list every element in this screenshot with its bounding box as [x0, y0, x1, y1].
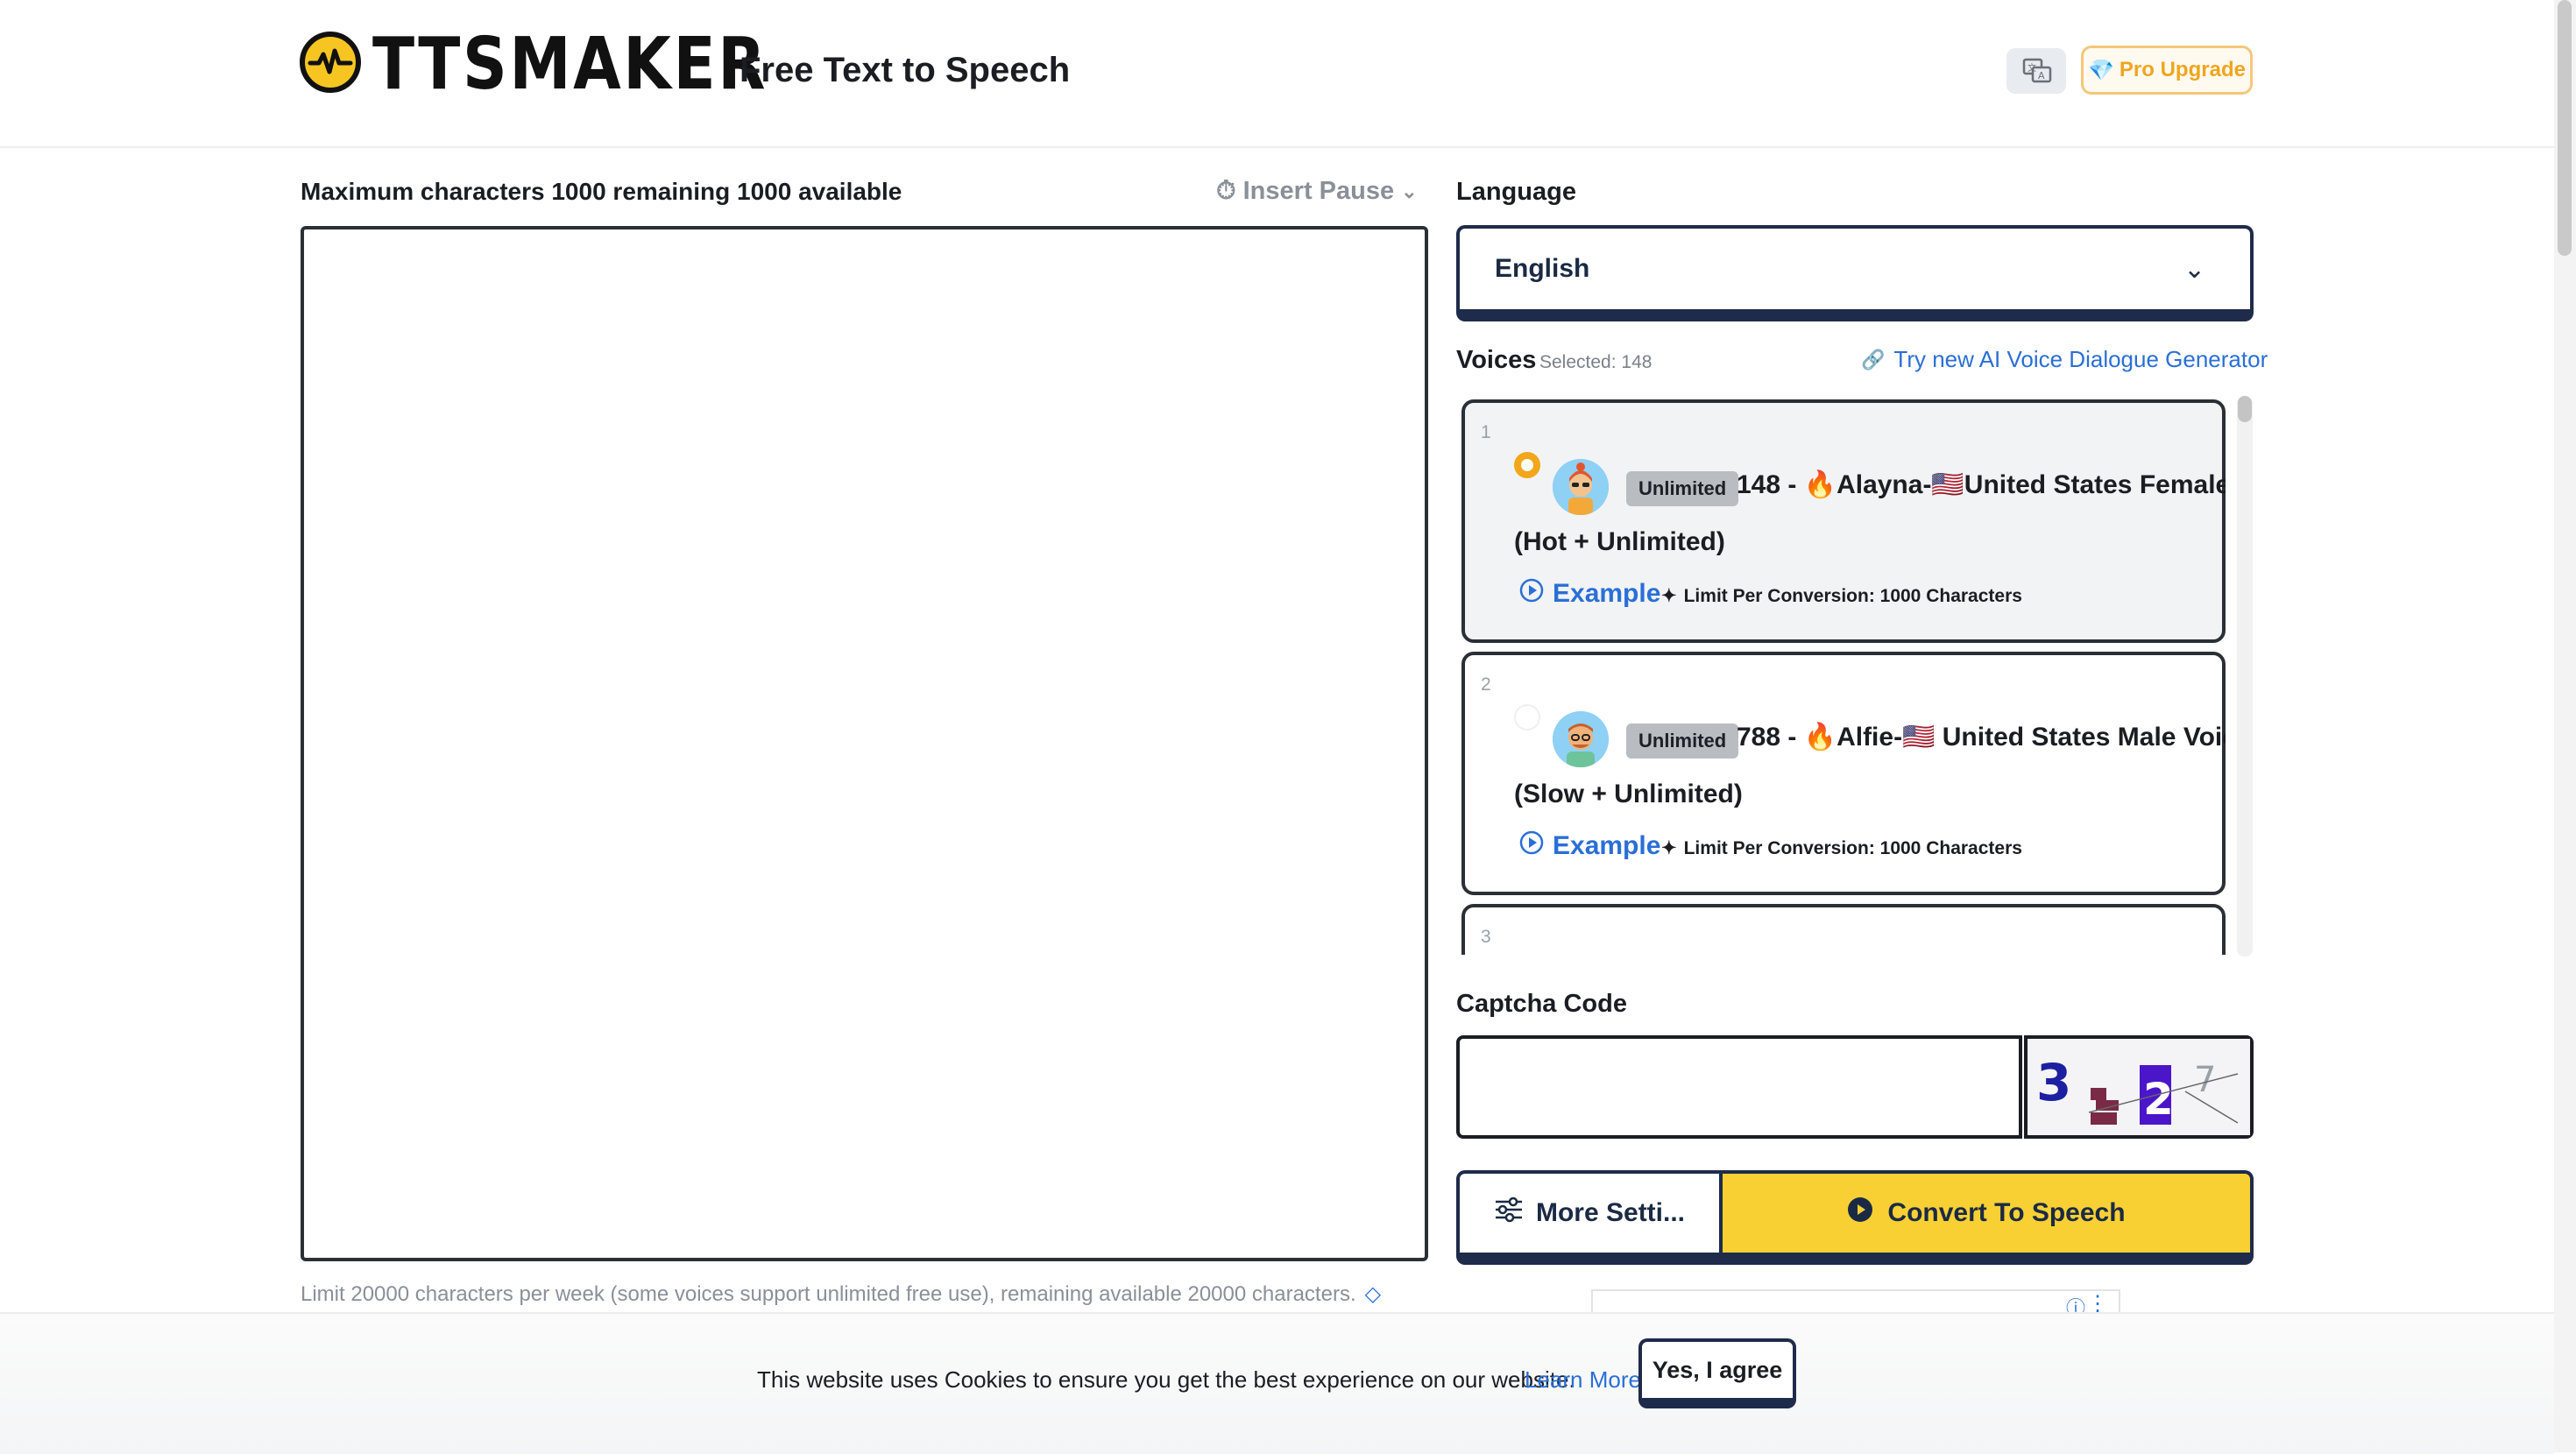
voice-limit-text: Limit Per Conversion: 1000 Characters	[1683, 837, 2022, 858]
voice-card[interactable]: 1 Unlimited 148 - 🔥Alayna-🇺🇸United State…	[1461, 399, 2226, 643]
svg-text:A: A	[2038, 70, 2045, 81]
pro-upgrade-button[interactable]: 💎 Pro Upgrade	[2081, 46, 2253, 95]
svg-text:3: 3	[2036, 1053, 2071, 1112]
voice-example-button[interactable]: Example	[1519, 578, 1660, 610]
voices-label: Voices	[1456, 346, 1537, 374]
more-settings-button[interactable]: More Setti...	[1456, 1170, 1723, 1265]
voice-list-scrollbar[interactable]	[2237, 396, 2253, 956]
voice-title: 788 - 🔥Alfie-🇺🇸 United States Male Voice	[1737, 723, 2226, 752]
voice-radio[interactable]	[1514, 452, 1540, 478]
voice-limit-text: Limit Per Conversion: 1000 Characters	[1683, 585, 2022, 606]
voice-index: 1	[1481, 422, 1491, 442]
cookie-agree-button[interactable]: Yes, I agree	[1638, 1338, 1796, 1408]
cookie-message: This website uses Cookies to ensure you …	[757, 1366, 1575, 1393]
logo-waveform-icon[interactable]	[300, 32, 361, 93]
example-label: Example	[1553, 579, 1661, 608]
sliders-icon	[1494, 1196, 1524, 1230]
page-scrollbar-thumb[interactable]	[2558, 0, 2572, 256]
voice-title-suffix: (Slow + Unlimited)	[1514, 780, 1743, 808]
ai-voice-dialogue-link[interactable]: 🔗 Try new AI Voice Dialogue Generator	[1861, 346, 2268, 373]
convert-to-speech-button[interactable]: Convert To Speech	[1723, 1170, 2254, 1265]
character-count-label: Maximum characters 1000 remaining 1000 a…	[301, 178, 902, 205]
weekly-limit-text: Limit 20000 characters per week (some vo…	[301, 1281, 1356, 1306]
voice-list[interactable]: 1 Unlimited 148 - 🔥Alayna-🇺🇸United State…	[1461, 399, 2226, 955]
captcha-image[interactable]: 3 2 7	[2024, 1035, 2254, 1139]
svg-text:2: 2	[2143, 1074, 2174, 1125]
more-settings-label: More Setti...	[1535, 1198, 1686, 1227]
play-circle-icon	[1847, 1196, 1873, 1230]
sparkle-icon: ✦	[1661, 586, 1677, 606]
cookie-learn-more-link[interactable]: Learn More	[1525, 1366, 1641, 1394]
captcha-label: Captcha Code	[1456, 990, 1627, 1018]
logo-text[interactable]: TTSMAKER	[372, 25, 768, 105]
page-title: Free Text to Speech	[740, 51, 1071, 89]
voice-avatar-female	[1553, 459, 1609, 515]
translate-language-button[interactable]: 文 A	[2006, 48, 2066, 94]
voice-avatar-male	[1553, 711, 1609, 767]
example-label: Example	[1553, 831, 1661, 860]
voice-limit-info: ✦ Limit Per Conversion: 1000 Characters	[1661, 585, 2022, 607]
voice-limit-info: ✦ Limit Per Conversion: 1000 Characters	[1661, 837, 2022, 859]
sparkle-icon: ✦	[1661, 838, 1677, 858]
voice-card[interactable]: 2 Unlimited 788 - 🔥Alfie-🇺🇸 United State…	[1461, 652, 2226, 895]
language-selected-value[interactable]: English	[1495, 254, 1589, 284]
link-icon: 🔗	[1861, 348, 1886, 371]
ai-voice-dialogue-link-text: Try new AI Voice Dialogue Generator	[1893, 346, 2268, 372]
play-circle-icon	[1519, 578, 1544, 610]
language-label: Language	[1456, 178, 1576, 206]
chevron-down-icon: ⌄	[1401, 180, 1418, 202]
chevron-down-icon[interactable]: ⌄	[2183, 254, 2205, 285]
convert-label: Convert To Speech	[1887, 1198, 2126, 1227]
weekly-limit-note: Limit 20000 characters per week (some vo…	[301, 1281, 1381, 1307]
text-input[interactable]	[301, 226, 1428, 1261]
voices-selected-count: Selected: 148	[1539, 352, 1652, 372]
voice-card[interactable]: 3	[1461, 904, 2226, 955]
diamond-icon[interactable]: ◇	[1365, 1281, 1381, 1307]
voice-list-scrollbar-thumb[interactable]	[2238, 396, 2252, 422]
voice-radio[interactable]	[1514, 704, 1540, 731]
insert-pause-label: Insert Pause	[1242, 177, 1395, 205]
voice-index: 2	[1481, 674, 1491, 695]
voice-title: 148 - 🔥Alayna-🇺🇸United States Female	[1737, 470, 2226, 499]
captcha-input[interactable]	[1456, 1035, 2022, 1139]
unlimited-badge: Unlimited	[1626, 723, 1739, 759]
insert-pause-dropdown[interactable]: ⏱ Insert Pause ⌄	[1216, 177, 1418, 206]
voice-title-suffix: (Hot + Unlimited)	[1514, 527, 1725, 556]
timer-icon: ⏱	[1216, 177, 1236, 205]
pro-upgrade-label: Pro Upgrade	[2119, 58, 2246, 81]
voice-example-button[interactable]: Example	[1519, 830, 1660, 862]
translate-icon: 文 A	[2022, 58, 2052, 83]
voice-index: 3	[1481, 927, 1491, 947]
unlimited-badge: Unlimited	[1626, 471, 1739, 506]
play-circle-icon	[1519, 830, 1544, 862]
svg-text:文: 文	[2028, 62, 2036, 74]
diamond-icon: 💎	[2088, 58, 2114, 82]
